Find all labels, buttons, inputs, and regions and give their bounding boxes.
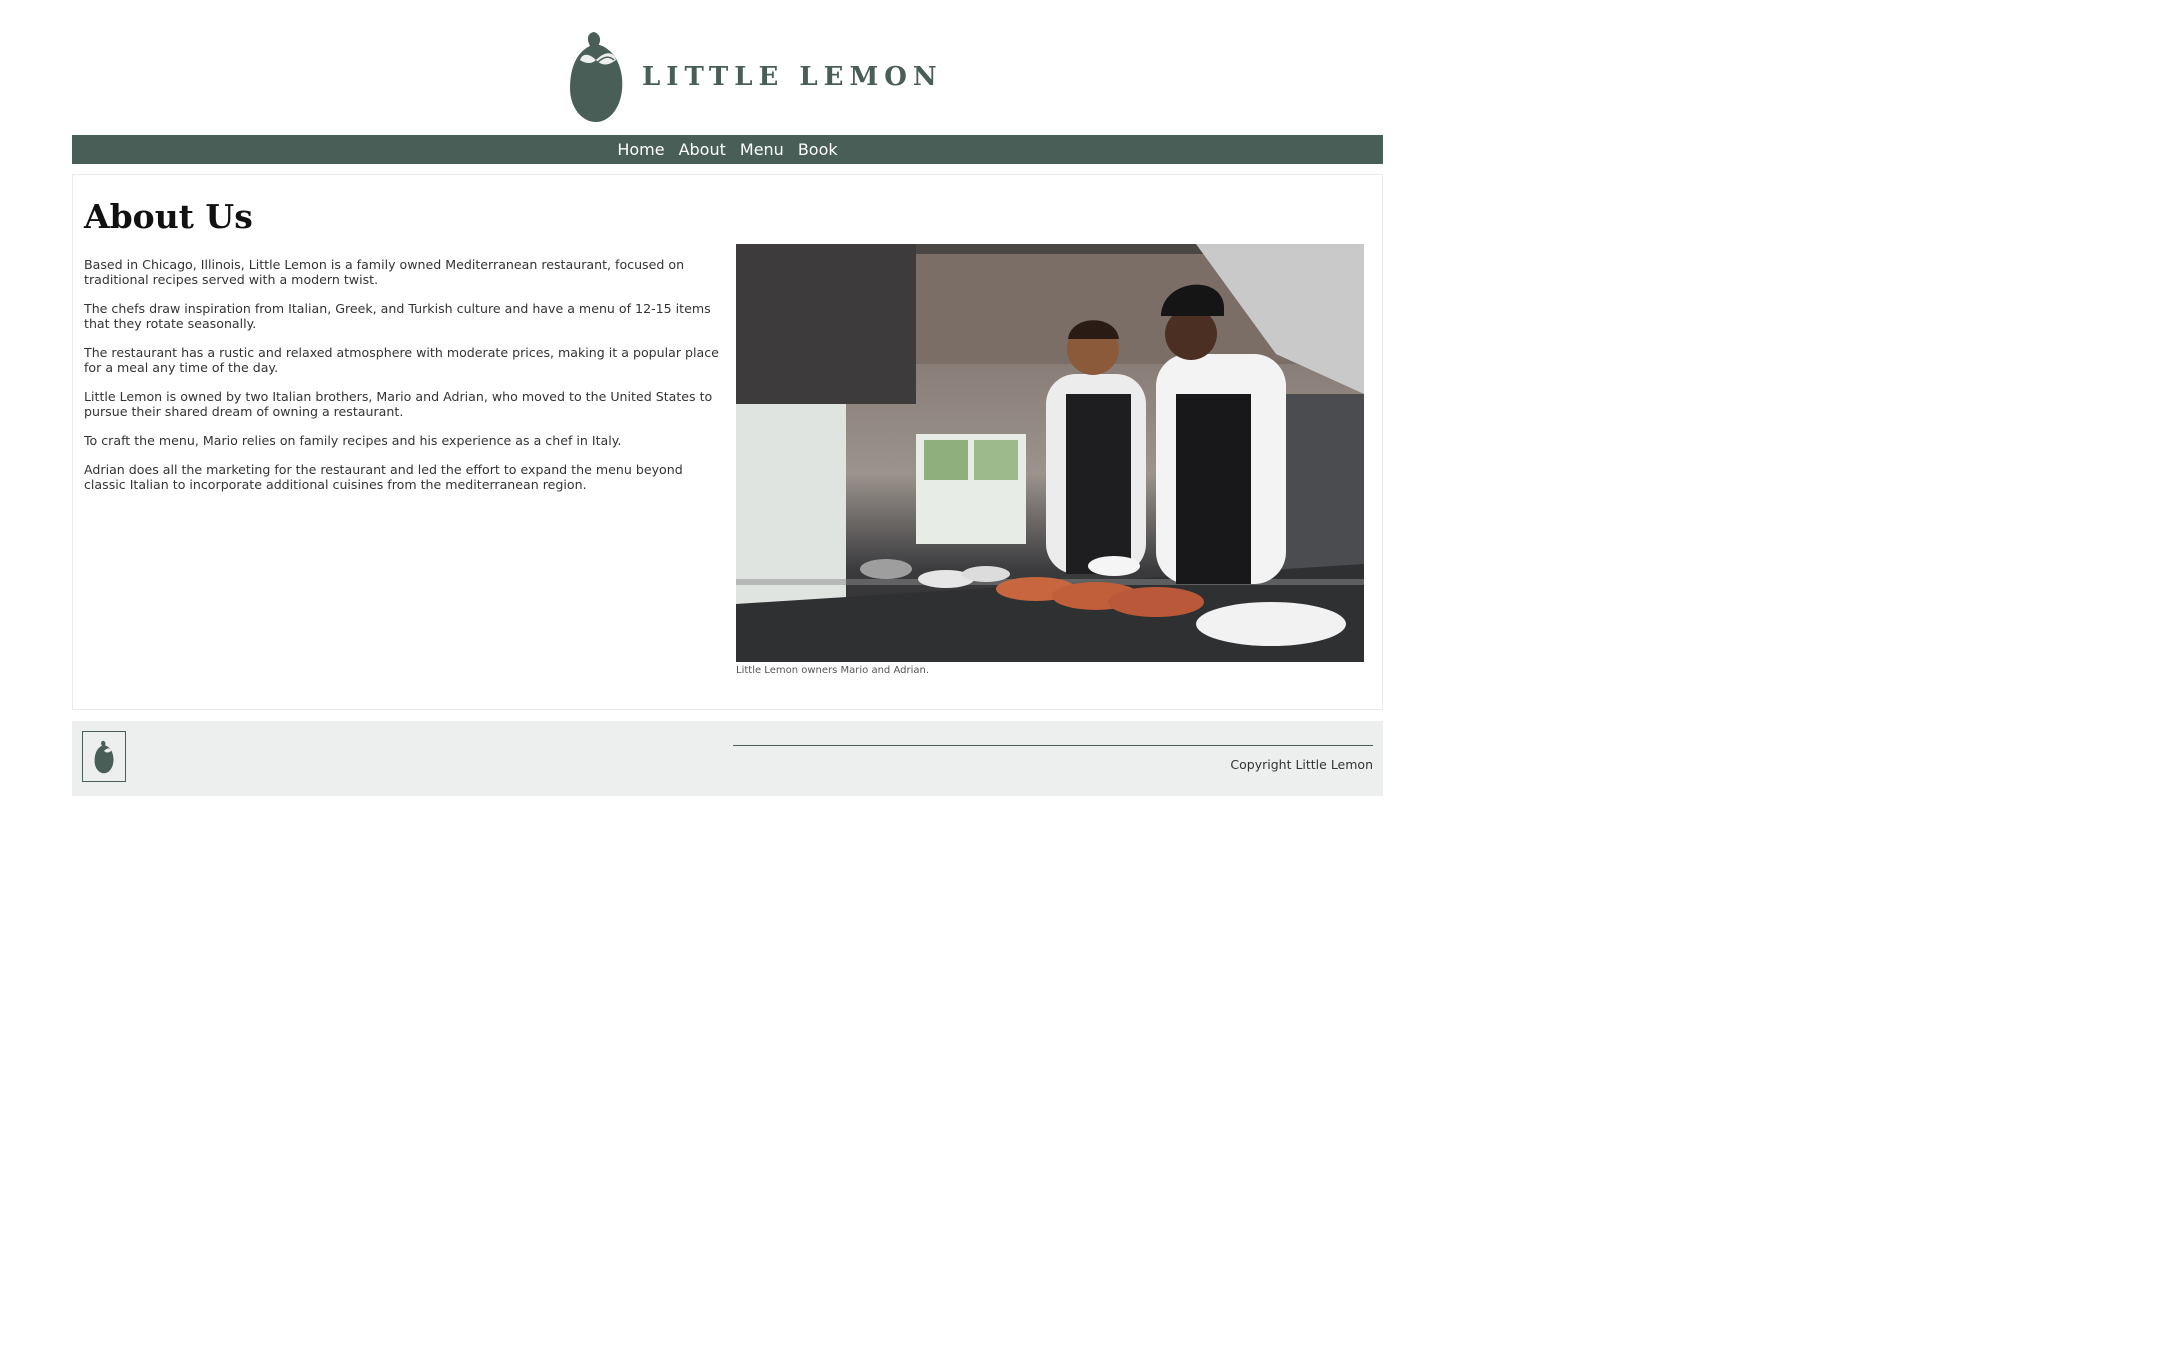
site-footer: Copyright Little Lemon [72, 721, 1383, 796]
owners-photo [736, 244, 1364, 662]
footer-divider [733, 745, 1373, 746]
photo-caption: Little Lemon owners Mario and Adrian. [736, 665, 929, 676]
about-paragraph: Adrian does all the marketing for the re… [84, 462, 683, 492]
owners-figure: Little Lemon owners Mario and Adrian. [736, 244, 1364, 676]
about-paragraph: The restaurant has a rustic and relaxed … [84, 345, 719, 375]
brand-logo[interactable]: LITTLE LEMON [568, 30, 943, 124]
lemon-icon [570, 32, 623, 122]
nav-menu-link[interactable]: Menu [740, 140, 784, 159]
brand-name: LITTLE LEMON [642, 62, 943, 92]
nav-book-link[interactable]: Book [798, 140, 838, 159]
main-nav: Home About Menu Book [72, 135, 1383, 164]
page-title: About Us [84, 197, 253, 236]
nav-home-link[interactable]: Home [617, 140, 664, 159]
about-copy: Based in Chicago, Illinois, Little Lemon… [84, 257, 724, 506]
about-paragraph: Little Lemon is owned by two Italian bro… [84, 389, 713, 419]
nav-about-link[interactable]: About [679, 140, 726, 159]
about-paragraph: Based in Chicago, Illinois, Little Lemon… [84, 257, 685, 287]
lemon-icon [94, 740, 114, 773]
about-paragraph: To craft the menu, Mario relies on famil… [84, 433, 622, 448]
footer-logo[interactable] [82, 731, 126, 782]
about-paragraph: The chefs draw inspiration from Italian,… [84, 301, 711, 331]
copyright-text: Copyright Little Lemon [1230, 757, 1373, 772]
about-section: About Us Based in Chicago, Illinois, Lit… [72, 174, 1383, 710]
